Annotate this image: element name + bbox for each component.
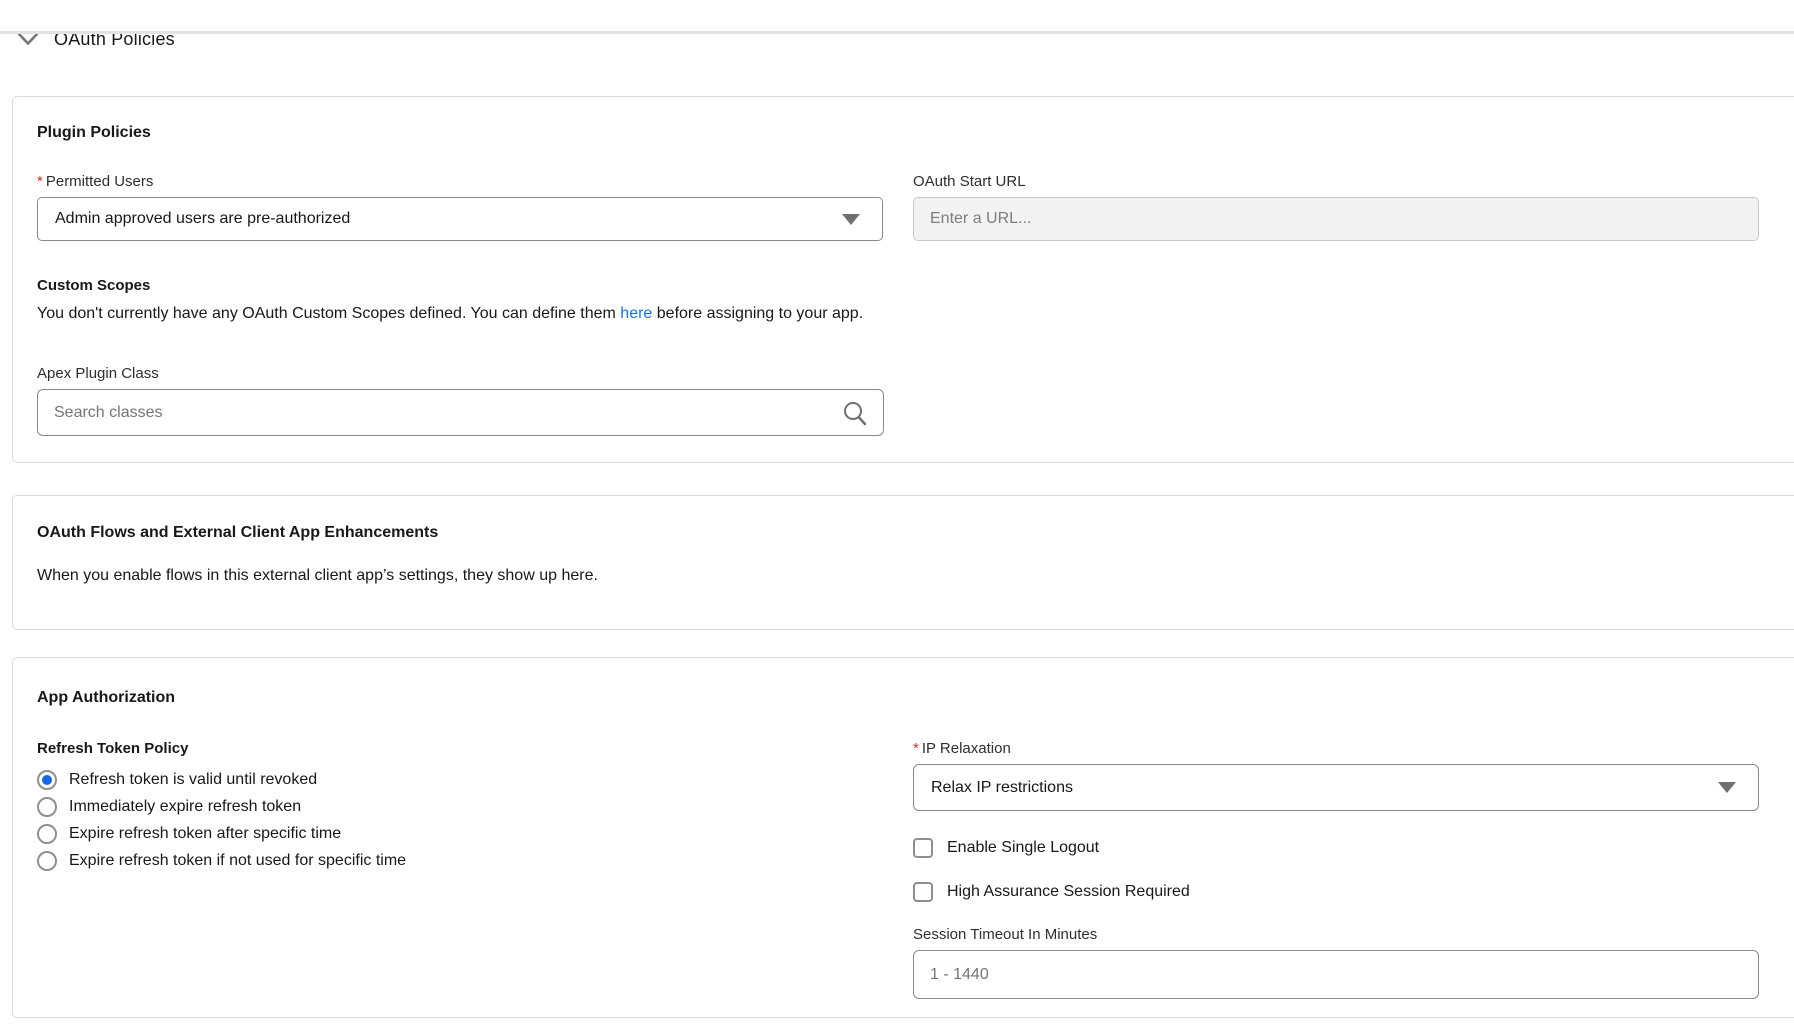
ip-relaxation-dropdown[interactable]: Relax IP restrictions <box>913 764 1759 811</box>
refresh-token-policy-group: Refresh Token Policy Refresh token is va… <box>37 740 883 999</box>
custom-scopes-block: Custom Scopes You don't currently have a… <box>37 277 1759 325</box>
high-assurance-session-row[interactable]: High Assurance Session Required <box>913 882 1759 902</box>
chevron-down-icon <box>842 214 860 225</box>
required-asterisk: * <box>37 173 43 190</box>
search-icon <box>842 400 868 426</box>
radio-button[interactable] <box>37 770 57 790</box>
ip-relaxation-field: *IP Relaxation Relax IP restrictions <box>913 740 1759 811</box>
custom-scopes-title: Custom Scopes <box>37 277 1759 294</box>
app-authorization-title: App Authorization <box>37 689 1759 707</box>
oauth-policies-section-header[interactable]: OAuth Policies <box>17 26 1794 52</box>
top-divider <box>0 31 1794 34</box>
custom-scopes-text: You don't currently have any OAuth Custo… <box>37 303 1759 325</box>
permitted-users-field: *Permitted Users Admin approved users ar… <box>37 173 883 241</box>
enable-single-logout-row[interactable]: Enable Single Logout <box>913 838 1759 858</box>
app-authorization-card: App Authorization Refresh Token Policy R… <box>12 657 1794 1018</box>
checkbox-label: High Assurance Session Required <box>947 883 1190 901</box>
radio-label: Refresh token is valid until revoked <box>69 771 317 789</box>
plugin-policies-card: Plugin Policies *Permitted Users Admin a… <box>12 96 1794 463</box>
session-timeout-label: Session Timeout In Minutes <box>913 926 1759 943</box>
chevron-down-icon <box>1718 782 1736 793</box>
plugin-policies-title: Plugin Policies <box>37 124 1759 142</box>
chevron-down-icon[interactable] <box>17 32 39 46</box>
radio-option-immediately-expire[interactable]: Immediately expire refresh token <box>37 793 883 820</box>
permitted-users-label: *Permitted Users <box>37 173 883 190</box>
permitted-users-dropdown[interactable]: Admin approved users are pre-authorized <box>37 197 883 241</box>
oauth-start-url-label: OAuth Start URL <box>913 173 1759 190</box>
radio-button[interactable] <box>37 797 57 817</box>
radio-label: Expire refresh token if not used for spe… <box>69 852 406 870</box>
apex-plugin-class-label: Apex Plugin Class <box>37 365 884 382</box>
required-asterisk: * <box>913 740 919 757</box>
refresh-token-policy-label: Refresh Token Policy <box>37 740 883 757</box>
permitted-users-value: Admin approved users are pre-authorized <box>55 210 350 228</box>
radio-option-expire-after-time[interactable]: Expire refresh token after specific time <box>37 820 883 847</box>
radio-label: Immediately expire refresh token <box>69 798 301 816</box>
checkbox[interactable] <box>913 882 933 902</box>
radio-option-valid-until-revoked[interactable]: Refresh token is valid until revoked <box>37 766 883 793</box>
oauth-flows-card: OAuth Flows and External Client App Enha… <box>12 495 1794 630</box>
apex-class-search-input[interactable] <box>37 389 884 436</box>
radio-label: Expire refresh token after specific time <box>69 825 341 843</box>
ip-relaxation-label: *IP Relaxation <box>913 740 1759 757</box>
oauth-flows-title: OAuth Flows and External Client App Enha… <box>37 524 1759 542</box>
session-timeout-input[interactable] <box>913 950 1759 999</box>
radio-option-expire-if-not-used[interactable]: Expire refresh token if not used for spe… <box>37 847 883 874</box>
apex-plugin-class-field: Apex Plugin Class <box>37 365 884 436</box>
session-timeout-field: Session Timeout In Minutes <box>913 926 1759 999</box>
app-authorization-right-column: *IP Relaxation Relax IP restrictions Ena… <box>913 740 1759 999</box>
checkbox-label: Enable Single Logout <box>947 839 1099 857</box>
here-link[interactable]: here <box>620 305 652 322</box>
radio-button[interactable] <box>37 824 57 844</box>
checkbox[interactable] <box>913 838 933 858</box>
ip-relaxation-value: Relax IP restrictions <box>931 779 1073 797</box>
oauth-flows-body: When you enable flows in this external c… <box>37 565 1759 587</box>
radio-button[interactable] <box>37 851 57 871</box>
oauth-start-url-field: OAuth Start URL <box>913 173 1759 241</box>
oauth-start-url-input[interactable] <box>913 197 1759 241</box>
